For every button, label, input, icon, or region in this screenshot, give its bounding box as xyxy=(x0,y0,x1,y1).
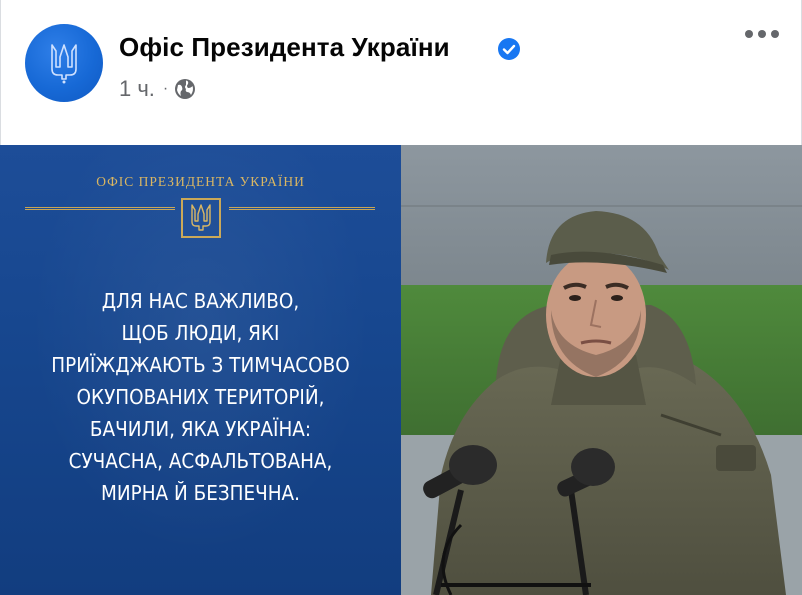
quote-card: ОФІС ПРЕЗИДЕНТА УКРАЇНИ ДЛЯ НАС ВАЖЛИВО,… xyxy=(0,145,401,595)
quote-line: БАЧИЛИ, ЯКА УКРАЇНА: xyxy=(89,417,312,441)
office-label: ОФІС ПРЕЗИДЕНТА УКРАЇНИ xyxy=(96,174,305,189)
page-name-link[interactable]: Офіс Президента України xyxy=(119,32,450,63)
quote-line: ДЛЯ НАС ВАЖЛИВО, xyxy=(101,289,300,313)
post-timestamp-link[interactable]: 1 ч. xyxy=(119,76,155,102)
quote-line: МИРНА Й БЕЗПЕЧНА. xyxy=(100,481,301,505)
quote-text: ДЛЯ НАС ВАЖЛИВО, ЩОБ ЛЮДИ, ЯКІ ПРИЇЖДЖАЮ… xyxy=(0,285,401,509)
post-meta: 1 ч. · xyxy=(119,76,196,102)
meta-separator: · xyxy=(162,80,169,97)
divider-right xyxy=(229,207,375,210)
more-dot xyxy=(771,30,779,38)
emblem-frame xyxy=(181,198,221,238)
quote-line: ОКУПОВАНИХ ТЕРИТОРІЙ, xyxy=(76,385,325,409)
globe-icon[interactable] xyxy=(174,78,196,100)
page-avatar[interactable] xyxy=(25,24,103,102)
more-options-icon[interactable] xyxy=(745,30,779,38)
trident-icon xyxy=(51,44,77,84)
more-dot xyxy=(758,30,766,38)
more-dot xyxy=(745,30,753,38)
post-header: Офіс Президента України 1 ч. · xyxy=(0,0,802,145)
trident-emblem-icon xyxy=(191,204,211,231)
divider-left xyxy=(25,207,175,210)
speaker-illustration xyxy=(401,145,802,595)
post-image[interactable]: ОФІС ПРЕЗИДЕНТА УКРАЇНИ ДЛЯ НАС ВАЖЛИВО,… xyxy=(0,145,802,595)
quote-line: СУЧАСНА, АСФАЛЬТОВАНА, xyxy=(68,449,333,473)
quote-line: ЩОБ ЛЮДИ, ЯКІ xyxy=(121,321,280,345)
quote-line: ПРИЇЖДЖАЮТЬ З ТИМЧАСОВО xyxy=(51,353,350,377)
speaker-photo xyxy=(401,145,802,595)
verified-badge-icon xyxy=(498,38,520,60)
